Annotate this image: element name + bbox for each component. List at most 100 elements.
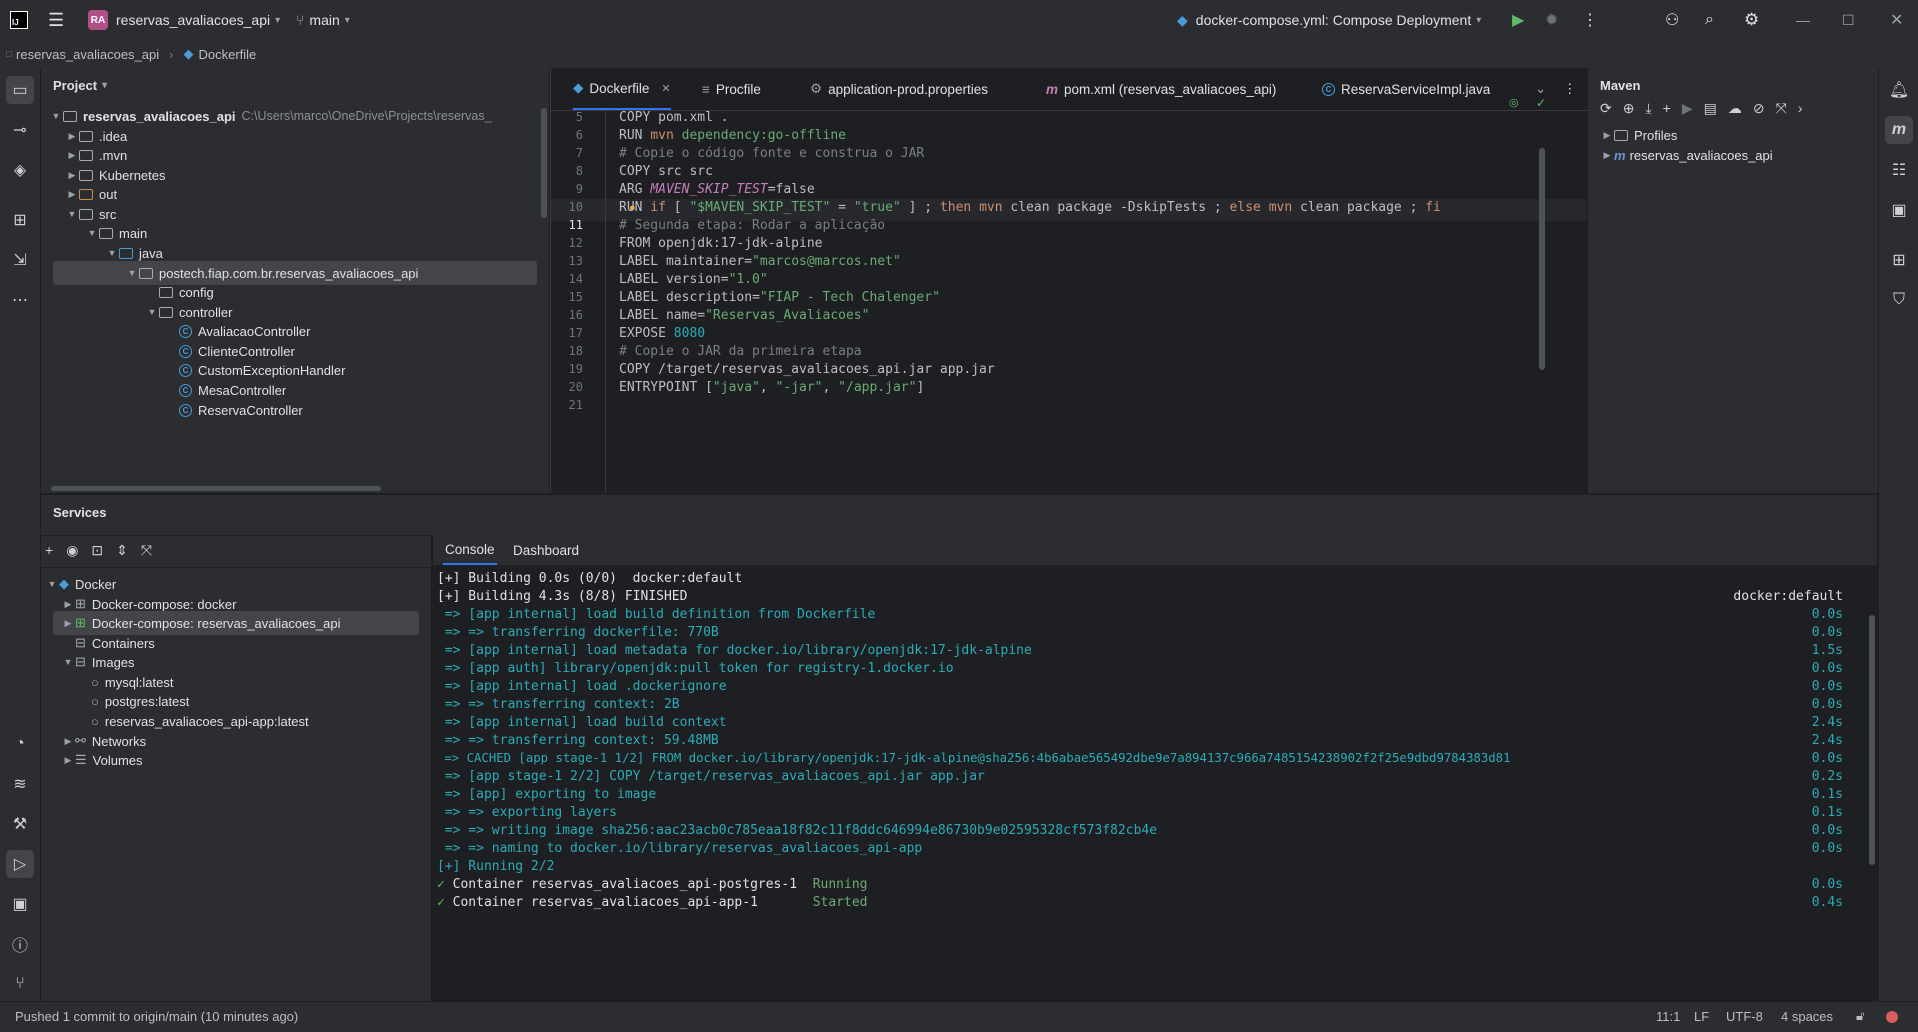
close-icon[interactable]: ✕: [1890, 0, 1903, 40]
more-icon[interactable]: ⋮: [1582, 0, 1598, 40]
tab-pom-xml[interactable]: m pom.xml (reservas_avaliacoes_api): [1046, 68, 1276, 110]
expand-all-icon[interactable]: ⇕: [116, 542, 128, 559]
left-tool-strip: ▭ ⊸ ◈ ⊞ ⇲ ⋯ ◔ ≋ ⚒ ▷ ▣ ⓘ ⑂: [0, 68, 41, 1001]
status-message[interactable]: Pushed 1 commit to origin/main (10 minut…: [15, 1009, 298, 1024]
execute-goal-icon[interactable]: ▤: [1704, 100, 1717, 117]
problems-icon[interactable]: ⓘ: [6, 930, 34, 958]
maven-project[interactable]: ▶ m reservas_avaliacoes_api: [1600, 143, 1773, 167]
maximize-icon[interactable]: ☐: [1842, 0, 1855, 40]
new-group-icon[interactable]: ⊡: [91, 542, 103, 559]
main-menu-icon[interactable]: ☰: [48, 0, 64, 40]
folder-icon: [1614, 129, 1628, 141]
profiler-icon[interactable]: ◔: [6, 730, 34, 758]
class-icon: C: [179, 363, 192, 377]
run-maven-icon[interactable]: ▶: [1682, 100, 1693, 117]
line-separator[interactable]: LF: [1694, 1009, 1709, 1024]
code-line: RUN mvn dependency:go-offline: [619, 128, 846, 143]
project-tool-icon[interactable]: ▭: [6, 76, 34, 104]
compose-icon: ⊞: [75, 596, 86, 611]
editor-more-icon[interactable]: ⋮: [1563, 68, 1577, 110]
tree-item-selected[interactable]: ▼ postech.fiap.com.br.reservas_avaliacoes…: [53, 261, 537, 285]
tree-item[interactable]: C ReservaController: [179, 398, 303, 422]
vertical-scrollbar[interactable]: [541, 108, 547, 218]
inspection-ok-icon[interactable]: ✓: [1536, 96, 1546, 110]
branch-selector[interactable]: ⑂ main ▾: [296, 0, 350, 40]
breadcrumb-project[interactable]: reservas_avaliacoes_api: [16, 47, 159, 62]
security-shield-icon[interactable]: ⛉: [1885, 286, 1913, 314]
close-tab-icon[interactable]: ✕: [661, 82, 670, 95]
offline-mode-icon[interactable]: ☁: [1728, 100, 1742, 117]
settings-gear-icon[interactable]: ⚙: [1744, 0, 1759, 40]
file-encoding[interactable]: UTF-8: [1726, 1009, 1763, 1024]
horizontal-scrollbar[interactable]: [51, 486, 381, 491]
plus-icon[interactable]: +: [1663, 100, 1671, 116]
code-line: # Copie o código fonte e construa o JAR: [619, 146, 925, 161]
expand-panel-icon[interactable]: ›: [1798, 100, 1803, 116]
project-selector[interactable]: RA reservas_avaliacoes_api ▾: [88, 0, 280, 40]
deploy-icon[interactable]: ⇲: [6, 246, 34, 274]
tab-dockerfile[interactable]: ◆ Dockerfile ✕: [573, 68, 671, 110]
search-icon[interactable]: ⌕: [1705, 0, 1714, 40]
structure-icon[interactable]: ⊞: [6, 206, 34, 234]
build-hammer-icon[interactable]: ⚒: [6, 810, 34, 838]
tab-dashboard[interactable]: Dashboard: [513, 535, 579, 565]
view-options-icon[interactable]: ◉: [66, 542, 78, 559]
ai-status-icon[interactable]: ◎: [1509, 96, 1519, 109]
indent-setting[interactable]: 4 spaces: [1781, 1009, 1833, 1024]
breadcrumb-separator-icon: ›: [169, 46, 174, 62]
commit-tool-icon[interactable]: ⊸: [6, 116, 34, 144]
folder-icon: [79, 188, 93, 200]
add-service-icon[interactable]: +: [45, 542, 53, 558]
code-line: FROM openjdk:17-jdk-alpine: [619, 236, 823, 251]
editor-scrollbar[interactable]: [1539, 148, 1545, 370]
services-tool-icon[interactable]: ▷: [6, 850, 34, 878]
breadcrumb-file[interactable]: Dockerfile: [198, 47, 256, 62]
error-indicator-icon[interactable]: [1886, 1011, 1898, 1023]
collapse-all-icon[interactable]: ⤧: [1776, 100, 1787, 117]
run-icon[interactable]: ▶: [1512, 0, 1524, 40]
run-config-name: docker-compose.yml: Compose Deployment: [1195, 12, 1472, 28]
services-title: Services: [53, 504, 107, 520]
endpoints-icon[interactable]: ⊞: [1885, 246, 1913, 274]
cursor-position[interactable]: 11:1: [1656, 1009, 1680, 1024]
folder-icon: [63, 110, 77, 122]
git-branch-icon: ⑂: [296, 12, 305, 28]
debug-icon[interactable]: ✹: [1545, 0, 1558, 40]
title-bar: IJ ☰ RA reservas_avaliacoes_api ▾ ⑂ main…: [0, 0, 1918, 41]
git-icon[interactable]: ⑂: [6, 970, 34, 998]
lightbulb-icon[interactable]: ●: [629, 202, 636, 214]
code-line: LABEL maintainer="marcos@marcos.net": [619, 254, 901, 269]
database-icon[interactable]: ☷: [1885, 156, 1913, 184]
terminal-panel-icon[interactable]: ▣: [1885, 196, 1913, 224]
class-icon: C: [179, 324, 192, 338]
services-toolbar: + ◉ ⊡ ⇕ ⤧: [45, 537, 152, 563]
run-config-selector[interactable]: ◆ docker-compose.yml: Compose Deployment…: [1177, 0, 1481, 40]
console-container-line: ✓ Container reservas_avaliacoes_api-app-…: [437, 895, 1843, 910]
tab-application-prod[interactable]: ⚙ application-prod.properties: [810, 68, 988, 110]
add-maven-project-icon[interactable]: ⊕: [1623, 100, 1635, 117]
service-volumes[interactable]: ▶ ☰ Volumes: [61, 748, 143, 772]
notifications-icon[interactable]: 🔔︎: [1885, 76, 1913, 104]
console-scrollbar[interactable]: [1869, 615, 1875, 865]
skip-tests-icon[interactable]: ⊘: [1753, 100, 1765, 117]
pull-requests-icon[interactable]: ◈: [6, 156, 34, 184]
maven-tool-icon[interactable]: m: [1885, 116, 1913, 144]
image-icon: ○: [91, 693, 99, 709]
code-line: ENTRYPOINT ["java", "-jar", "/app.jar"]: [619, 380, 925, 395]
project-panel-title[interactable]: Project ▾: [53, 68, 107, 102]
terminal-icon[interactable]: ▣: [6, 890, 34, 918]
lock-icon[interactable]: 🔓︎: [1856, 1008, 1864, 1024]
collapse-all-icon[interactable]: ⤧: [141, 542, 152, 559]
tab-procfile[interactable]: ≡ Procfile: [702, 68, 761, 110]
download-icon[interactable]: ⤓: [1645, 100, 1651, 117]
app-logo-icon[interactable]: IJ: [10, 0, 28, 40]
minimize-icon[interactable]: —: [1796, 0, 1810, 40]
more-tools-icon[interactable]: ⋯: [6, 286, 34, 314]
tab-reserva-service[interactable]: C ReservaServiceImpl.java: [1322, 68, 1490, 110]
reload-icon[interactable]: ⟳: [1600, 100, 1612, 117]
docker-icon: ◆: [1177, 11, 1188, 28]
tab-console[interactable]: Console: [443, 535, 497, 565]
problems-list-icon[interactable]: ≋: [6, 770, 34, 798]
add-user-icon[interactable]: ⚇: [1665, 0, 1679, 40]
class-icon: C: [1322, 82, 1335, 96]
